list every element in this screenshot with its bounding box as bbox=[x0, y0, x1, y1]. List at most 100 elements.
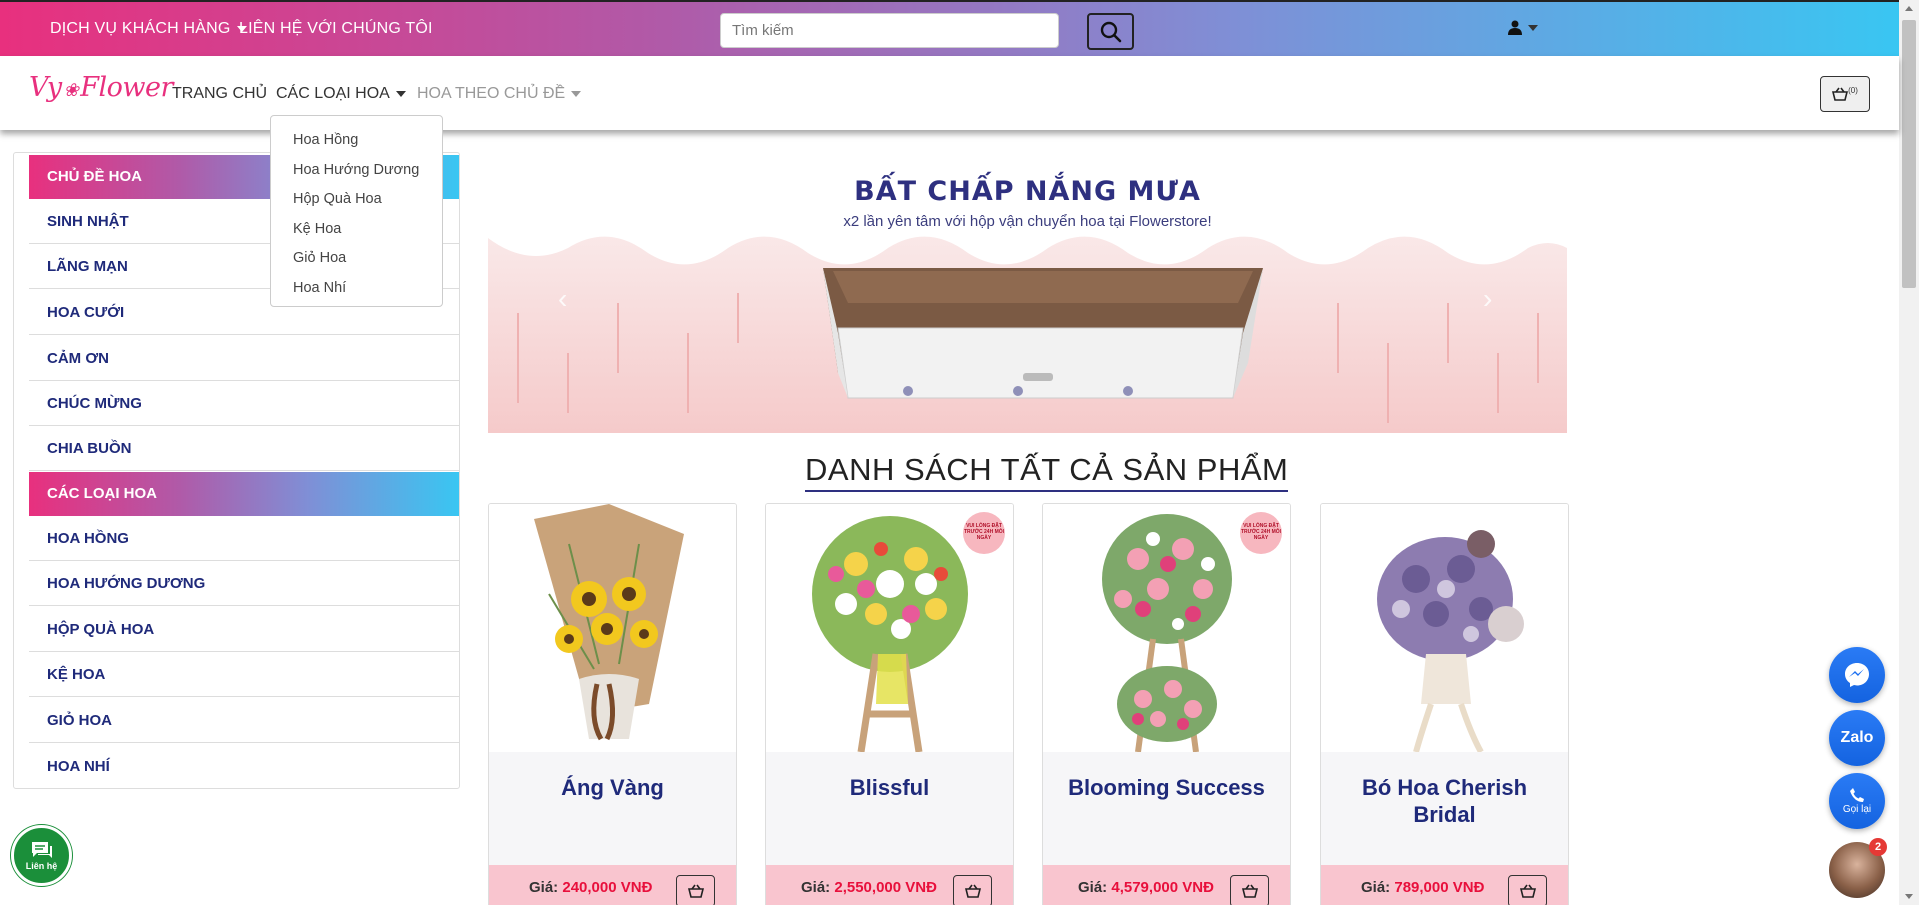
product-card[interactable]: Bó Hoa Cherish Bridal Giá: 789,000 VNĐ bbox=[1320, 503, 1569, 905]
price-row: Giá: 2,550,000 VNĐ bbox=[801, 879, 937, 896]
chevron-right-icon[interactable]: › bbox=[1483, 283, 1492, 315]
sidebar-item-hoa-nhi[interactable]: HOA NHÍ bbox=[29, 744, 459, 789]
product-name[interactable]: Blissful bbox=[766, 774, 1013, 801]
section-title: DANH SÁCH TẤT CẢ SẢN PHẨM bbox=[805, 452, 1289, 492]
search-input[interactable] bbox=[720, 13, 1059, 48]
contact-us-link[interactable]: LIÊN HỆ VỚI CHÚNG TÔI bbox=[239, 20, 433, 38]
flower-icon: ❀ bbox=[63, 80, 79, 101]
product-image[interactable]: VUI LÒNG ĐẶT TRƯỚC 24H MỖI NGÀY bbox=[766, 504, 1013, 753]
banner-title: BẤT CHẤP NẮNG MƯA bbox=[854, 176, 1201, 207]
top-bar: DỊCH VỤ KHÁCH HÀNG LIÊN HỆ VỚI CHÚNG TÔI bbox=[0, 0, 1899, 56]
dropdown-item-hoa-huong-duong[interactable]: Hoa Hướng Dương bbox=[271, 156, 442, 186]
messenger-button[interactable] bbox=[1829, 647, 1885, 703]
notification-badge: 2 bbox=[1869, 838, 1887, 856]
product-card[interactable]: VUI LÒNG ĐẶT TRƯỚC 24H MỖI NGÀY Blissful… bbox=[765, 503, 1014, 905]
logo-text-left: Vy bbox=[29, 72, 62, 103]
scroll-down-icon[interactable] bbox=[1905, 894, 1913, 899]
chevron-down-icon bbox=[395, 90, 406, 97]
add-to-cart-button[interactable] bbox=[676, 875, 715, 905]
support-avatar[interactable]: 2 bbox=[1829, 838, 1887, 898]
chevron-down-icon bbox=[1528, 24, 1538, 31]
product-image[interactable] bbox=[489, 504, 736, 752]
cart-count: (0) bbox=[1848, 85, 1858, 95]
customer-service-menu[interactable]: DỊCH VỤ KHÁCH HÀNG bbox=[50, 20, 247, 38]
product-footer: Giá: 2,550,000 VNĐ bbox=[766, 865, 1013, 905]
nav-by-topic[interactable]: HOA THEO CHỦ ĐỀ bbox=[417, 85, 582, 103]
sidebar-item-hoa-hong[interactable]: HOA HỒNG bbox=[29, 516, 459, 561]
nav-by-topic-label: HOA THEO CHỦ ĐỀ bbox=[417, 85, 566, 102]
dropdown-item-hop-qua-hoa[interactable]: Hộp Quà Hoa bbox=[271, 185, 442, 215]
preorder-badge: VUI LÒNG ĐẶT TRƯỚC 24H MỖI NGÀY bbox=[1240, 512, 1282, 554]
basket-icon bbox=[687, 884, 704, 898]
basket-icon bbox=[1832, 87, 1849, 101]
bridal-bouquet-image bbox=[1377, 530, 1524, 754]
search-icon bbox=[1100, 21, 1121, 42]
call-back-label: Gọi lại bbox=[1842, 804, 1872, 815]
logo-text-right: Flower bbox=[80, 72, 173, 103]
add-to-cart-button[interactable] bbox=[953, 875, 992, 905]
sidebar-item-cam-on[interactable]: CẢM ƠN bbox=[29, 336, 459, 381]
product-image[interactable] bbox=[1321, 504, 1568, 754]
search-button[interactable] bbox=[1087, 13, 1134, 50]
chevron-down-icon bbox=[571, 90, 582, 97]
product-image[interactable]: VUI LÒNG ĐẶT TRƯỚC 24H MỖI NGÀY bbox=[1043, 504, 1290, 753]
contact-chat-button[interactable]: Liên hệ bbox=[11, 825, 72, 886]
user-icon bbox=[1508, 20, 1522, 35]
scrollbar-thumb[interactable] bbox=[1902, 20, 1916, 288]
promo-banner[interactable]: BẤT CHẤP NẮNG MƯA x2 lần yên tâm với hộp… bbox=[488, 153, 1567, 433]
add-to-cart-button[interactable] bbox=[1508, 875, 1547, 905]
dropdown-item-hoa-nhi[interactable]: Hoa Nhí bbox=[271, 274, 442, 304]
flower-types-dropdown: Hoa Hồng Hoa Hướng Dương Hộp Quà Hoa Kệ … bbox=[270, 115, 443, 307]
sidebar-item-hop-qua-hoa[interactable]: HỘP QUÀ HOA bbox=[29, 607, 459, 652]
dropdown-item-hoa-hong[interactable]: Hoa Hồng bbox=[271, 126, 442, 156]
product-card[interactable]: Áng Vàng Giá: 240,000 VNĐ bbox=[488, 503, 737, 905]
sidebar-item-gio-hoa[interactable]: GIỎ HOA bbox=[29, 698, 459, 743]
product-footer: Giá: 240,000 VNĐ bbox=[489, 865, 736, 905]
cart-button[interactable]: (0) bbox=[1820, 76, 1870, 112]
product-card[interactable]: VUI LÒNG ĐẶT TRƯỚC 24H MỖI NGÀY Blooming… bbox=[1042, 503, 1291, 905]
price-row: Giá: 789,000 VNĐ bbox=[1361, 879, 1484, 896]
chat-icon bbox=[31, 842, 52, 858]
price-row: Giá: 4,579,000 VNĐ bbox=[1078, 879, 1214, 896]
basket-icon bbox=[1241, 884, 1258, 898]
sidebar-item-chuc-mung[interactable]: CHÚC MỪNG bbox=[29, 381, 459, 426]
price-label: Giá: bbox=[529, 879, 559, 896]
dropdown-item-gio-hoa[interactable]: Giỏ Hoa bbox=[271, 244, 442, 274]
call-back-button[interactable]: Gọi lại bbox=[1829, 773, 1885, 829]
product-footer: Giá: 789,000 VNĐ bbox=[1321, 865, 1568, 905]
nav-flower-types-label: CÁC LOẠI HOA bbox=[276, 85, 390, 102]
page-scrollbar[interactable] bbox=[1899, 0, 1919, 905]
product-body bbox=[489, 752, 736, 865]
phone-icon bbox=[1850, 788, 1864, 802]
product-price: 2,550,000 VNĐ bbox=[834, 879, 937, 896]
nav-home[interactable]: TRANG CHỦ bbox=[172, 85, 267, 103]
preorder-badge: VUI LÒNG ĐẶT TRƯỚC 24H MỖI NGÀY bbox=[963, 512, 1005, 554]
logo[interactable]: Vy ❀Flower bbox=[29, 72, 173, 103]
sidebar-item-chia-buon[interactable]: CHIA BUỒN bbox=[29, 426, 459, 471]
user-menu[interactable] bbox=[1508, 20, 1538, 35]
price-row: Giá: 240,000 VNĐ bbox=[529, 879, 652, 896]
product-name[interactable]: Bó Hoa Cherish Bridal bbox=[1321, 774, 1568, 828]
sidebar-item-ke-hoa[interactable]: KỆ HOA bbox=[29, 652, 459, 697]
product-body bbox=[766, 752, 1013, 865]
dropdown-item-ke-hoa[interactable]: Kệ Hoa bbox=[271, 215, 442, 245]
add-to-cart-button[interactable] bbox=[1230, 875, 1269, 905]
product-price: 240,000 VNĐ bbox=[562, 879, 653, 896]
product-name[interactable]: Blooming Success bbox=[1043, 774, 1290, 801]
zalo-button[interactable]: Zalo bbox=[1829, 710, 1885, 766]
price-label: Giá: bbox=[1078, 879, 1108, 896]
chevron-left-icon[interactable]: ‹ bbox=[558, 283, 567, 315]
scroll-up-icon[interactable] bbox=[1905, 6, 1913, 11]
product-name[interactable]: Áng Vàng bbox=[489, 774, 736, 801]
messenger-icon bbox=[1845, 663, 1869, 687]
product-price: 4,579,000 VNĐ bbox=[1111, 879, 1214, 896]
product-body bbox=[1043, 752, 1290, 865]
sidebar-item-hoa-huong-duong[interactable]: HOA HƯỚNG DƯƠNG bbox=[29, 561, 459, 606]
nav-flower-types[interactable]: CÁC LOẠI HOA bbox=[276, 85, 406, 103]
product-price: 789,000 VNĐ bbox=[1394, 879, 1485, 896]
page: DỊCH VỤ KHÁCH HÀNG LIÊN HỆ VỚI CHÚNG TÔI… bbox=[0, 0, 1919, 905]
price-label: Giá: bbox=[801, 879, 831, 896]
basket-icon bbox=[1519, 884, 1536, 898]
price-label: Giá: bbox=[1361, 879, 1391, 896]
sidebar-types-header: CÁC LOẠI HOA bbox=[29, 472, 459, 516]
